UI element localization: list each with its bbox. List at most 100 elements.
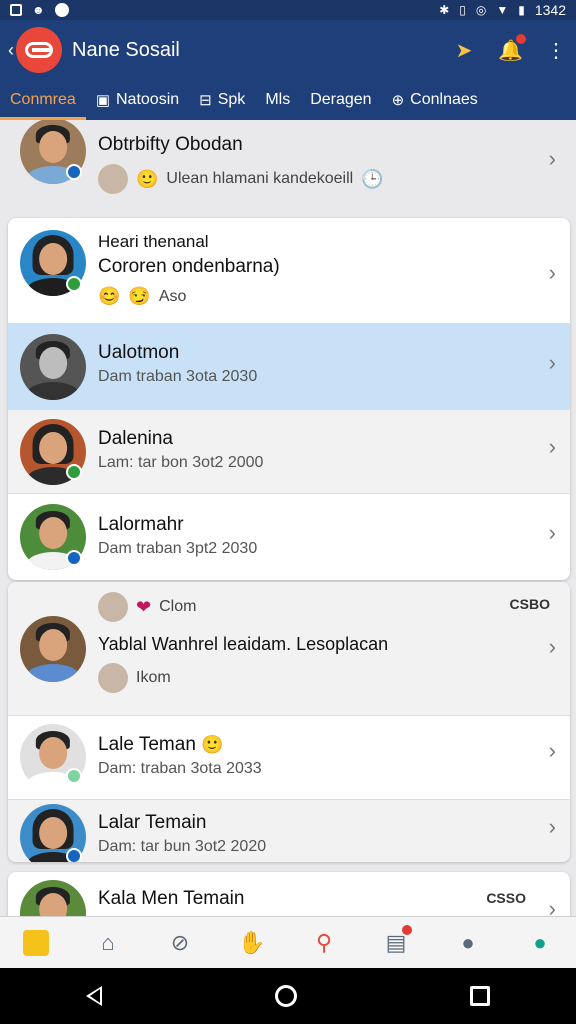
mini-avatar [98,663,128,693]
account-icon[interactable]: ● [520,923,560,963]
item-tag: CSSO [486,890,526,906]
chevron-right-icon[interactable]: › [549,350,556,376]
item-name: Yablal Wanhrel leaidam. Lesoplacan [98,634,389,654]
avatar [20,880,86,916]
online-badge-icon [66,768,82,784]
tab-label: Spk [217,91,246,108]
bell-icon[interactable]: 🔔 [498,33,526,63]
tab-natoosin[interactable]: ▣ Natoosin [86,80,189,120]
chevron-right-icon[interactable]: › [549,896,556,916]
online-badge-icon [66,276,82,292]
more-vert-icon[interactable]: ⋮ [544,38,568,63]
item-sub-row: 🙂 Ulean hlamani kandekoeill 🕒 [98,164,536,194]
app-logo[interactable] [16,27,62,73]
chevron-right-icon[interactable]: › [549,260,556,286]
item-name: Obtrbifty Obodan [98,134,243,155]
item-text: Heari thenanal Cororen ondenbarna) 😊 😏 A… [98,232,530,307]
avatar [20,334,86,400]
item-sub: Dam: tar bun 3ot2 2020 [98,838,267,855]
tab-conmrea[interactable]: Conmrea [0,80,86,120]
clock-emoji-icon: 🕒 [361,168,384,189]
item-text: Obtrbifty Obodan 🙂 Ulean hlamani kandeko… [98,134,536,194]
app-bar: ‹ Nane Sosail ➤ 🔔 ⋮ [0,20,576,80]
list-item[interactable]: Lale Teman 🙂 Dam: traban 3ota 2033 › [8,716,570,800]
send-icon[interactable]: ➤ [452,38,476,63]
chevron-right-icon[interactable]: › [549,520,556,546]
pets-icon[interactable]: ✋ [232,923,272,963]
chat-group-card: Kala Men Temain CSSO › [8,872,570,916]
list-item[interactable]: Heari thenanal Cororen ondenbarna) 😊 😏 A… [8,218,570,324]
item-top-label: Clom [159,598,197,615]
item-name-text: Lale Teman [98,734,196,755]
app-bar-actions: ➤ 🔔 ⋮ [452,33,568,63]
item-name: Dalenina [98,428,173,449]
status-left: ☻ [10,3,69,17]
app-screen: ☻ ✱ ▯ ◎ ▼ ▮ 1342 ‹ Nane Sosail ➤ 🔔 ⋮ Con… [0,0,576,1024]
item-text: Lalormahr Dam traban 3pt2 2030 [98,514,530,558]
tab-label: Conmrea [10,91,76,108]
item-sub: Dam traban 3pt2 2030 [98,540,258,557]
alarm-icon: ◎ [475,3,487,17]
tab-spk[interactable]: ⊟ Spk [189,80,255,120]
media-icon[interactable]: ▤ [376,923,416,963]
system-recents-icon[interactable] [469,986,490,1006]
apps-square [23,929,49,956]
home-icon[interactable]: ⌂ [88,923,128,963]
item-extra: Aso [158,287,187,305]
status-bar: ☻ ✱ ▯ ◎ ▼ ▮ 1342 [0,0,576,20]
item-text: ❤ Clom Yablal Wanhrel leaidam. Lesoplaca… [98,592,560,693]
notification-dot [402,924,412,935]
list-item[interactable]: Lalar Temain Dam: tar bun 3ot2 2020 › [8,800,570,862]
smile-emoji-icon: 😊 [98,286,121,306]
lock-icon: ⊟ [199,92,212,109]
list-item[interactable]: Ualotmon Dam traban 3ota 2030 › [8,324,570,410]
tab-label: Conlnaes [410,91,478,108]
gallery-notification-icon [10,4,22,16]
location-pin-icon[interactable]: ⚲ [304,923,344,963]
system-back-icon[interactable] [86,986,103,1006]
item-text: Lalar Temain Dam: tar bun 3ot2 2020 [98,812,530,856]
verified-badge-icon [66,550,82,566]
tab-mls[interactable]: Mls [255,80,300,120]
chevron-right-icon[interactable]: › [549,814,556,840]
apps-icon[interactable] [16,923,56,963]
avatar-face [39,347,67,379]
chevron-right-icon[interactable]: › [549,738,556,764]
item-name: Lale Teman 🙂 [98,734,530,756]
back-arrow-icon[interactable]: ‹ [8,40,14,61]
list-item[interactable]: ❤ Clom Yablal Wanhrel leaidam. Lesoplaca… [8,582,570,716]
app-title: Nane Sosail [72,38,180,61]
tab-label: Natoosin [116,91,180,108]
avatar [20,616,86,682]
person-icon[interactable]: ● [448,923,488,963]
chevron-right-icon[interactable]: › [549,434,556,460]
app-notification-icon: ☻ [32,3,45,17]
tab-deragen[interactable]: Deragen [300,80,381,120]
item-sub: Lam: tar bon 3ot2 2000 [98,454,264,471]
list-item[interactable]: Obtrbifty Obodan 🙂 Ulean hlamani kandeko… [0,120,576,212]
item-reactions: 😊 😏 Aso [98,286,530,307]
smirk-emoji-icon: 😏 [128,286,151,306]
conversation-list[interactable]: Obtrbifty Obodan 🙂 Ulean hlamani kandeko… [0,120,576,916]
circle-notification-icon [54,3,69,17]
explore-icon[interactable]: ⊘ [160,923,200,963]
list-item[interactable]: Dalenina Lam: tar bon 3ot2 2000 › [8,410,570,494]
smile-emoji-icon: 🙂 [201,734,224,755]
system-home-icon[interactable] [274,985,297,1007]
verified-badge-icon [66,848,82,862]
bluetooth-icon: ✱ [439,3,450,17]
item-text: Dalenina Lam: tar bon 3ot2 2000 [98,428,530,472]
chevron-right-icon[interactable]: › [549,634,556,660]
status-right: ✱ ▯ ◎ ▼ ▮ 1342 [439,2,566,18]
list-item[interactable]: Kala Men Temain CSSO › [8,872,570,916]
smile-emoji-icon: 🙂 [136,168,159,189]
avatar-face [39,131,67,163]
tab-conlnaes[interactable]: ⊕ Conlnaes [382,80,488,120]
item-sub: Ikom [136,669,171,686]
chat-group-card: ❤ Clom Yablal Wanhrel leaidam. Lesoplaca… [8,582,570,862]
list-item[interactable]: Lalormahr Dam traban 3pt2 2030 › [8,494,570,580]
item-sub-row: Ikom [98,663,560,693]
chevron-right-icon[interactable]: › [549,146,556,172]
logo-mark-icon [25,42,53,58]
avatar-face [39,629,67,661]
